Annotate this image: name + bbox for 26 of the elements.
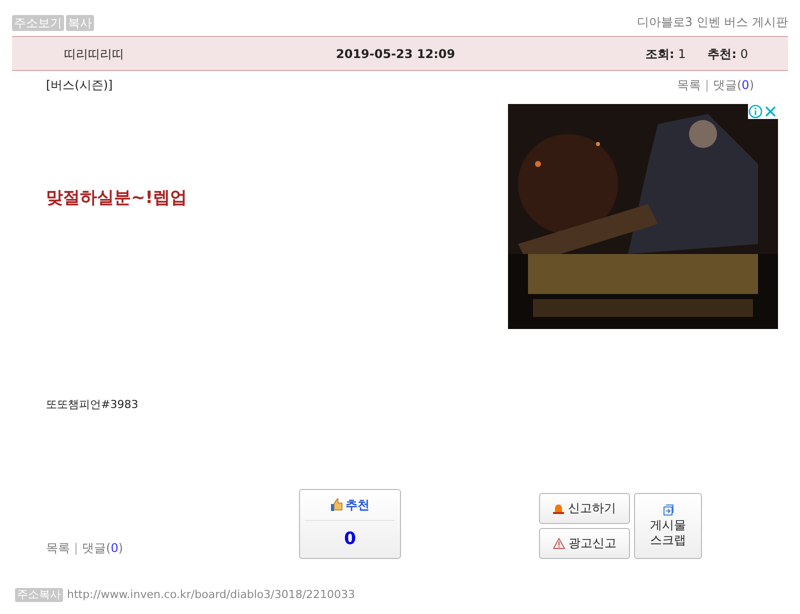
recommend-button[interactable]: 추천 0 [299,488,402,558]
warning-icon [552,538,565,548]
comments-link[interactable]: 댓글(0) [82,538,124,556]
view-count: 조회: 1 [645,46,686,62]
siren-icon [553,502,564,514]
close-icon[interactable] [763,104,778,119]
category-label: [버스(시즌)] [46,77,113,94]
scrap-icon [662,504,674,516]
post-url: http://www.inven.co.kr/board/diablo3/3018/2210033 [67,586,356,602]
post-date: 2019-05-23 12:09 [336,46,456,62]
link-separator: | [704,77,709,94]
post-body: 또또챔피언#3983 [46,397,140,413]
comments-link[interactable]: 댓글(0) [712,76,754,94]
author-name: 띠리띠리띠 [64,46,125,62]
post-title: 맞절하실분~!렙업 [46,187,187,210]
link-separator: | [74,540,78,556]
info-icon[interactable] [748,104,763,119]
thumbs-up-icon [330,498,343,511]
list-link[interactable]: 목록 [46,538,70,556]
ad-report-button[interactable]: 광고신고 [539,528,630,558]
scrap-button[interactable]: 게시물 스크랩 [634,492,702,558]
board-title: 디아블로3 인벤 버스 게시판 [636,14,788,31]
report-button[interactable]: 신고하기 [539,492,630,524]
recommend-total: 0 [344,528,356,550]
list-link[interactable]: 목록 [676,76,701,94]
recommend-count: 추천: 0 [708,46,748,62]
